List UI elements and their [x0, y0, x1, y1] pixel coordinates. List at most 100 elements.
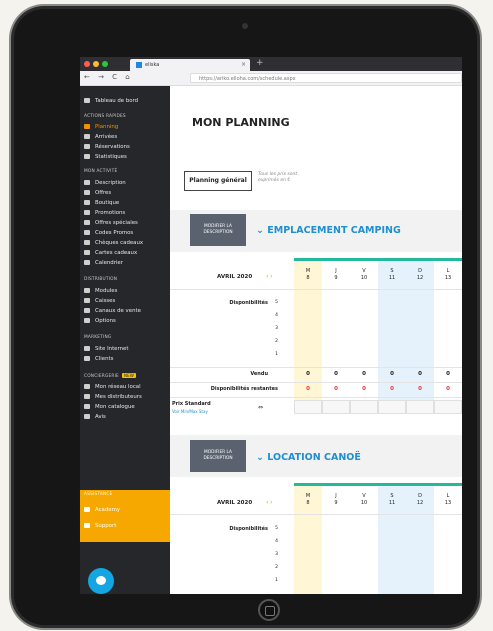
sidebar-item-description[interactable]: Description	[84, 179, 126, 187]
level-4: 4	[275, 313, 278, 318]
level-2: 2	[275, 339, 278, 344]
nav-buttons[interactable]: ← → C ⌂	[84, 73, 133, 81]
window-controls	[84, 61, 108, 67]
sidebar-item-promotions[interactable]: Promotions	[84, 209, 125, 217]
register-icon	[84, 298, 90, 303]
sidebar-item-calendrier[interactable]: Calendrier	[84, 259, 123, 267]
day-header: S 11	[388, 268, 396, 281]
remaining-label: Disponibilités restantes	[210, 386, 278, 392]
sidebar-item-support[interactable]: Support	[84, 522, 116, 530]
sidebar-item-offres[interactable]: Offres	[84, 189, 111, 197]
gift-icon	[84, 240, 90, 245]
url-input[interactable]: https://ariko.elloha.com/schedule.aspx	[190, 73, 462, 83]
book-icon	[84, 404, 90, 409]
day-header: D 12	[416, 493, 424, 506]
sold-value: 0	[334, 371, 338, 377]
sidebar-item-offres-speciales[interactable]: Offres spéciales	[84, 219, 138, 227]
sidebar-item-cheques-cadeaux[interactable]: Chèques cadeaux	[84, 239, 143, 247]
level-3: 3	[275, 552, 278, 557]
sidebar-item-statistiques[interactable]: Statistiques	[84, 153, 127, 161]
day-header: J9	[334, 268, 338, 281]
remaining-value: 0	[418, 386, 422, 392]
tag-icon	[84, 190, 90, 195]
day-header: M8	[305, 493, 311, 506]
sidebar-item-academy[interactable]: Academy	[84, 506, 120, 514]
price-input[interactable]	[434, 400, 462, 414]
maximize-window-button[interactable]	[102, 61, 108, 67]
sold-value: 0	[418, 371, 422, 377]
sidebar-item-reseau-local[interactable]: Mon réseau local	[84, 383, 141, 391]
sidebar-item-reservations[interactable]: Réservations	[84, 143, 130, 151]
level-5: 5	[275, 526, 278, 531]
remaining-value: 0	[306, 386, 310, 392]
sidebar-item-avis[interactable]: Avis	[84, 413, 106, 421]
month-nav-arrows[interactable]: ‹ ›	[266, 499, 273, 506]
divider	[170, 382, 462, 383]
assistance-panel	[80, 490, 170, 542]
url-text: https://ariko.elloha.com/schedule.aspx	[199, 76, 296, 82]
sidebar-item-catalogue[interactable]: Mon catalogue	[84, 403, 135, 411]
price-note: Tous les prix sont exprimés en €	[258, 172, 298, 183]
day-header: M8	[305, 268, 311, 281]
chevron-down-icon: ⌄	[256, 225, 268, 236]
browser-tab[interactable]: eliska ×	[130, 59, 250, 71]
planning-general-button[interactable]: Planning général	[184, 171, 252, 191]
sidebar-item-boutique[interactable]: Boutique	[84, 199, 119, 207]
price-input[interactable]	[350, 400, 378, 414]
tab-title: eliska	[145, 62, 160, 68]
sidebar-item-canaux[interactable]: Canaux de vente	[84, 307, 141, 315]
camera	[242, 23, 248, 29]
modify-description-button[interactable]: MODIFIER LA DESCRIPTION	[190, 214, 246, 246]
day-header: D 12	[416, 268, 424, 281]
section-assistance: ASSISTANCE	[84, 492, 113, 497]
chat-icon[interactable]	[88, 568, 114, 594]
sidebar-item-distributeurs[interactable]: Mes distributeurs	[84, 393, 142, 401]
min-max-link[interactable]: Voir Min/Max Stay	[172, 409, 208, 414]
new-tab-button[interactable]: +	[256, 58, 264, 68]
arrival-icon	[84, 134, 90, 139]
sidebar-item-modules[interactable]: Modules	[84, 287, 117, 295]
month-label: AVRIL 2020	[217, 500, 253, 506]
minimize-window-button[interactable]	[93, 61, 99, 67]
home-button[interactable]	[258, 599, 280, 621]
grid-icon	[84, 288, 90, 293]
sidebar-item-dashboard[interactable]: Tableau de bord	[84, 97, 138, 105]
page-title: MON PLANNING	[192, 116, 290, 129]
chart-icon	[84, 124, 90, 129]
price-input[interactable]	[322, 400, 350, 414]
sidebar-item-arrivees[interactable]: Arrivées	[84, 133, 117, 141]
remaining-value: 0	[362, 386, 366, 392]
divider	[170, 367, 462, 368]
sidebar-item-planning[interactable]: Planning	[84, 123, 118, 131]
megaphone-icon	[84, 210, 90, 215]
modify-description-button[interactable]: MODIFIER LA DESCRIPTION	[190, 440, 246, 472]
sold-label: Vendu	[250, 371, 268, 377]
remaining-value: 0	[334, 386, 338, 392]
sidebar-item-codes-promos[interactable]: Codes Promos	[84, 229, 133, 237]
graduation-icon	[84, 507, 90, 512]
expand-icon[interactable]: ⇔	[258, 404, 263, 411]
sidebar-item-caisses[interactable]: Caisses	[84, 297, 115, 305]
close-tab-icon[interactable]: ×	[241, 59, 246, 71]
sidebar-item-site-internet[interactable]: Site Internet	[84, 345, 128, 353]
day-header: S 11	[388, 493, 396, 506]
divider	[170, 514, 462, 515]
month-nav-arrows[interactable]: ‹ ›	[266, 273, 273, 280]
remaining-value: 0	[390, 386, 394, 392]
divider	[170, 289, 462, 290]
percent-icon	[84, 230, 90, 235]
section-conciergerie: CONCIERGERIE NEW	[84, 373, 137, 379]
price-input[interactable]	[378, 400, 406, 414]
price-input[interactable]	[294, 400, 322, 414]
monitor-icon	[84, 346, 90, 351]
price-input[interactable]	[406, 400, 434, 414]
close-window-button[interactable]	[84, 61, 90, 67]
category-title[interactable]: ⌄ EMPLACEMENT CAMPING	[256, 225, 401, 236]
sidebar-item-clients[interactable]: Clients	[84, 355, 113, 363]
sold-value: 0	[362, 371, 366, 377]
sidebar-item-cartes-cadeaux[interactable]: Cartes cadeaux	[84, 249, 137, 257]
day-header: J9	[334, 493, 338, 506]
sidebar-item-options[interactable]: Options	[84, 317, 116, 325]
category-title[interactable]: ⌄ LOCATION CANOË	[256, 452, 361, 463]
level-4: 4	[275, 539, 278, 544]
